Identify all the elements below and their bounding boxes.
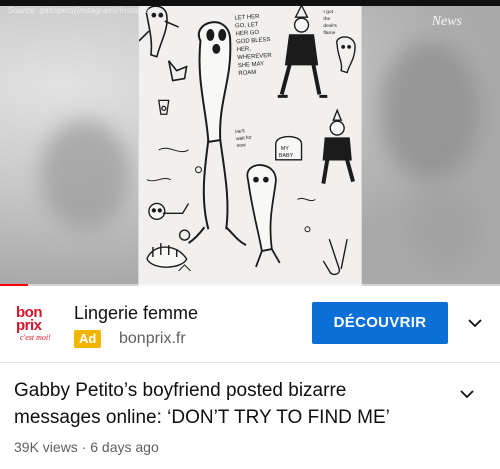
svg-text:now: now	[236, 143, 246, 149]
chevron-down-icon[interactable]	[466, 314, 484, 332]
blur-shape	[410, 190, 480, 270]
channel-watermark: News	[431, 14, 462, 29]
video-title[interactable]: Gabby Petito’s boyfriend posted bizarre …	[14, 377, 434, 431]
video-info-panel[interactable]: Gabby Petito’s boyfriend posted bizarre …	[0, 363, 500, 469]
blur-shape	[40, 120, 130, 230]
ad-title[interactable]: Lingerie femme	[74, 303, 198, 324]
ad-companion-banner[interactable]: bon prix c'est moi! Lingerie femme Ad bo…	[0, 286, 500, 362]
svg-text:flame: flame	[323, 30, 335, 36]
svg-text:ROAM: ROAM	[238, 70, 256, 77]
svg-text:devil's: devil's	[323, 23, 337, 29]
advertiser-logo[interactable]: bon prix c'est moi!	[16, 305, 52, 346]
advertiser-logo-tagline: c'est moi!	[20, 333, 51, 342]
ad-cta-button[interactable]: DÉCOUVRIR	[312, 302, 448, 344]
svg-text:He'll: He'll	[235, 128, 245, 135]
ad-badge: Ad	[74, 330, 102, 348]
svg-text:I got: I got	[323, 9, 333, 15]
advertiser-logo-line2: prix	[16, 317, 42, 334]
svg-text:HER,: HER,	[237, 46, 252, 53]
svg-text:the: the	[323, 16, 330, 22]
doodle-illustration: LET HERGO, LETHER GO GOD BLESSHER,WHEREV…	[139, 1, 361, 285]
video-views-and-date: 39K views · 6 days ago	[14, 439, 159, 455]
svg-text:MY: MY	[281, 146, 290, 152]
blur-shape	[380, 40, 480, 180]
video-player[interactable]: LET HER GO, LET HER GO GOD BLESS HER, WHEREV…	[0, 0, 500, 286]
svg-text:BABY: BABY	[279, 153, 294, 159]
video-frame-drawing: LET HER GO, LET HER GO GOD BLESS HER, WHEREV…	[138, 0, 362, 286]
chevron-down-icon[interactable]	[458, 385, 476, 403]
ad-domain[interactable]: bonprix.fr	[119, 330, 186, 348]
video-source-caption: Source: gabspeto(Instagram)/Instagram	[8, 6, 157, 15]
